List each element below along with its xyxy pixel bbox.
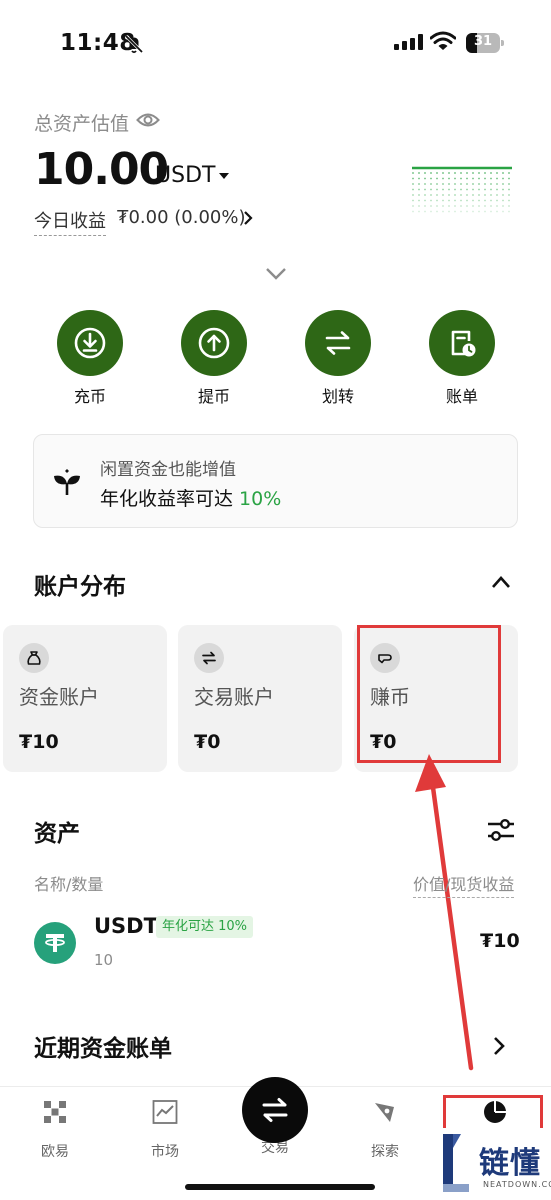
account-value: ₮0 <box>194 731 221 753</box>
bell-off-icon <box>124 34 144 54</box>
column-value-pnl[interactable]: 价值/现货收益 <box>413 871 515 898</box>
promo-subtitle: 年化收益率可达 10% <box>100 484 281 511</box>
transfer-button[interactable]: 划转 <box>303 310 373 407</box>
annotation-arrow <box>415 754 474 1071</box>
balance-sparkline <box>412 166 512 213</box>
filter-sliders-icon[interactable] <box>486 816 516 844</box>
transfer-icon <box>325 331 351 355</box>
funding-account-card[interactable]: 资金账户 ₮10 <box>3 625 167 772</box>
nav-item-okx[interactable]: 欧易 <box>15 1099 95 1161</box>
nav-item-explore[interactable]: 探索 <box>345 1099 425 1161</box>
assets-title: 资产 <box>34 821 80 847</box>
account-name: 资金账户 <box>19 685 99 709</box>
today-pnl-value[interactable]: ₮0.00 (0.00%) <box>117 207 245 228</box>
asset-symbol: USDT <box>94 914 158 938</box>
cellular-signal-icon <box>394 34 423 50</box>
watermark-logo-icon <box>443 1134 469 1192</box>
bill-button[interactable]: 账单 <box>427 310 497 407</box>
deposit-icon <box>74 327 106 359</box>
withdraw-label: 提币 <box>197 387 230 406</box>
watermark: 链懂 NEATDOWN.COM <box>435 1128 551 1200</box>
watermark-text: 链懂 <box>479 1146 541 1181</box>
apy-badge: 年化可达 10% <box>156 916 254 938</box>
promo-rate: 10% <box>239 488 282 510</box>
money-bag-icon <box>19 643 49 673</box>
distribution-title: 账户分布 <box>34 574 126 600</box>
battery-level: 31 <box>473 34 493 49</box>
currency-unit[interactable]: USDT <box>155 163 215 188</box>
nav-label: 探索 <box>371 1144 399 1160</box>
nav-item-market[interactable]: 市场 <box>125 1099 205 1161</box>
annotation-highlight-box <box>357 625 501 763</box>
status-bar: 11:48 31 <box>0 0 551 90</box>
recent-bills-title[interactable]: 近期资金账单 <box>34 1029 172 1063</box>
withdraw-button[interactable]: 提币 <box>179 310 249 407</box>
watermark-url: NEATDOWN.COM <box>483 1180 551 1189</box>
asset-value: ₮10 <box>480 930 520 952</box>
withdraw-icon <box>198 327 230 359</box>
chevron-up-icon[interactable] <box>490 574 512 590</box>
trade-swap-icon <box>262 1098 288 1122</box>
deposit-label: 充币 <box>73 387 106 406</box>
market-chart-icon <box>152 1100 178 1124</box>
promo-title: 闲置资金也能增值 <box>100 460 236 480</box>
compass-icon <box>375 1103 394 1122</box>
deposit-button[interactable]: 充币 <box>55 310 125 407</box>
battery-icon: 31 <box>466 33 504 53</box>
nav-item-trade[interactable]: 交易 <box>235 1077 315 1157</box>
nav-label: 市场 <box>151 1144 179 1160</box>
total-balance: 10.00 <box>34 144 169 195</box>
okx-logo-icon <box>44 1101 66 1123</box>
total-assets-label: 总资产估值 <box>34 113 130 135</box>
earn-promo-banner[interactable]: 闲置资金也能增值 年化收益率可达 10% <box>33 434 518 528</box>
bill-label: 账单 <box>445 387 478 406</box>
trade-fab[interactable] <box>242 1077 308 1143</box>
chevron-down-icon[interactable] <box>264 266 288 282</box>
chevron-right-icon[interactable] <box>242 210 254 226</box>
account-value: ₮10 <box>19 731 59 753</box>
account-name: 交易账户 <box>194 685 274 709</box>
wifi-icon <box>430 31 456 50</box>
trading-account-card[interactable]: 交易账户 ₮0 <box>178 625 342 772</box>
today-pnl-label[interactable]: 今日收益 <box>34 207 106 236</box>
sprout-icon <box>54 469 80 495</box>
eye-icon[interactable] <box>136 110 160 130</box>
bill-icon <box>451 330 476 357</box>
caret-down-icon[interactable] <box>219 173 229 179</box>
tether-logo-icon <box>34 922 76 964</box>
swap-icon <box>194 643 224 673</box>
chevron-right-icon[interactable] <box>492 1036 506 1056</box>
transfer-label: 划转 <box>321 387 354 406</box>
asset-quantity: 10 <box>94 951 114 969</box>
promo-subtitle-text: 年化收益率可达 <box>100 488 240 510</box>
column-name-qty: 名称/数量 <box>34 875 104 894</box>
home-indicator <box>185 1184 375 1190</box>
nav-label: 欧易 <box>41 1144 69 1160</box>
